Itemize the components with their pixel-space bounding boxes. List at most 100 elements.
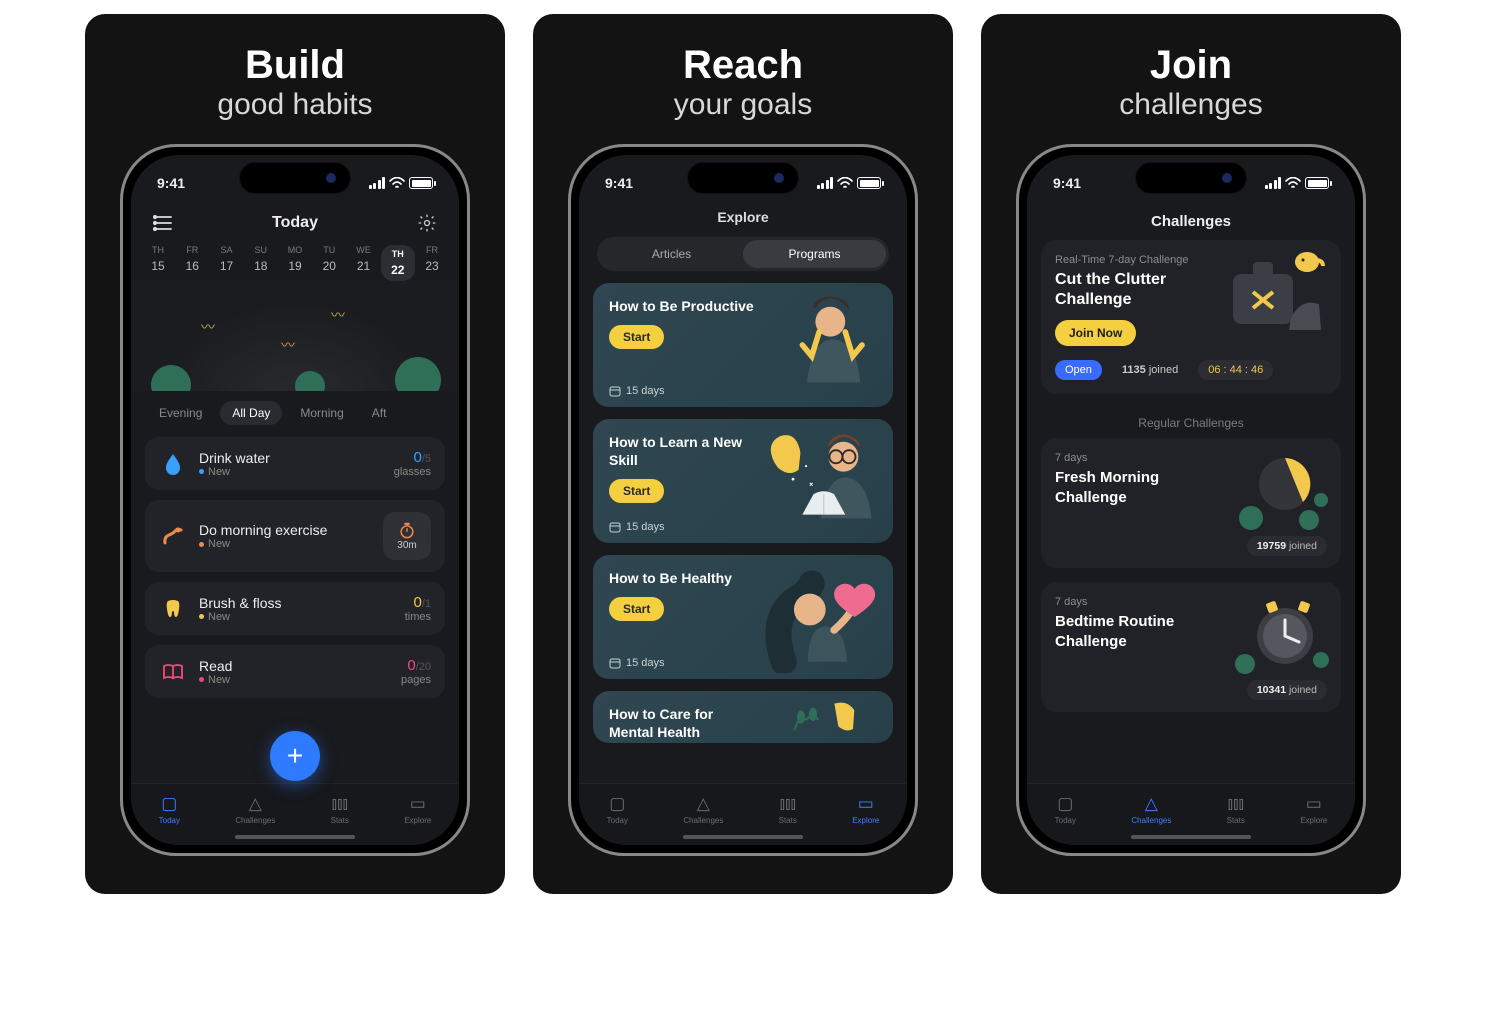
program-card[interactable]: How to Be Productive Start 15 days: [593, 283, 893, 407]
status-badge: Open: [1055, 360, 1102, 380]
habit-card-exercise[interactable]: Do morning exercise New 30m: [145, 500, 445, 572]
calendar-icon: [609, 521, 621, 533]
signal-icon: [369, 177, 386, 189]
countdown-timer: 06 : 44 : 46: [1198, 360, 1273, 380]
mountain-icon: △: [697, 794, 710, 814]
exercise-icon: [159, 522, 187, 550]
tab-today[interactable]: ▢Today: [607, 794, 628, 825]
program-illustration: [755, 425, 887, 537]
gear-icon[interactable]: [415, 211, 439, 235]
program-card[interactable]: How to Learn a New Skill Start 15 days: [593, 419, 893, 543]
day-col[interactable]: SU18: [244, 245, 278, 281]
notch: [240, 163, 350, 193]
status-icons: [1265, 177, 1330, 189]
habit-status: New: [208, 538, 230, 550]
program-card[interactable]: How to Care for Mental Health: [593, 691, 893, 743]
battery-icon: [857, 177, 881, 189]
featured-challenge[interactable]: Real-Time 7-day Challenge Cut the Clutte…: [1041, 240, 1341, 394]
home-indicator: [1131, 835, 1251, 839]
program-card[interactable]: How to Be Healthy Start 15 days: [593, 555, 893, 679]
tab-challenges[interactable]: △Challenges: [235, 794, 275, 825]
start-button[interactable]: Start: [609, 325, 664, 349]
page-title: Explore: [579, 207, 907, 233]
habit-name: Do morning exercise: [199, 522, 371, 538]
day-col[interactable]: FR16: [175, 245, 209, 281]
habit-card-read[interactable]: Read New 0/20 pages: [145, 645, 445, 698]
status-time: 9:41: [605, 175, 633, 191]
notch: [1136, 163, 1246, 193]
habit-unit: times: [405, 611, 431, 623]
challenge-title: Bedtime Routine Challenge: [1055, 612, 1218, 651]
panel-title: Build: [245, 44, 345, 86]
habit-name: Drink water: [199, 450, 382, 466]
bookopen-icon: ▭: [410, 794, 426, 814]
phone-frame: 9:41 Explore Articles Programs How to Be…: [568, 144, 918, 856]
day-col[interactable]: WE21: [347, 245, 381, 281]
bars-icon: ⫾⫾⫾: [780, 794, 796, 814]
program-illustration: [755, 697, 887, 737]
program-title: How to Learn a New Skill: [609, 433, 759, 469]
segment-programs[interactable]: Programs: [743, 240, 886, 268]
habit-value: 0: [407, 657, 415, 674]
day-col[interactable]: TU20: [312, 245, 346, 281]
square-icon: ▢: [161, 794, 177, 814]
wifi-icon: [837, 177, 853, 189]
tab-challenges[interactable]: △Challenges: [683, 794, 723, 825]
mountain-icon: △: [249, 794, 262, 814]
tab-explore[interactable]: ▭Explore: [1300, 794, 1327, 825]
habit-card-brush[interactable]: Brush & floss New 0/1 times: [145, 582, 445, 635]
tab-stats[interactable]: ⫾⫾⫾Stats: [331, 794, 349, 825]
time-filter-selected[interactable]: All Day: [220, 401, 282, 425]
day-col[interactable]: TH15: [141, 245, 175, 281]
habit-name: Read: [199, 658, 389, 674]
day-col[interactable]: SA17: [210, 245, 244, 281]
panel-subtitle: your goals: [674, 88, 812, 122]
habit-timer[interactable]: 30m: [383, 512, 431, 560]
habit-card-drink-water[interactable]: Drink water New 0/5 glasses: [145, 437, 445, 490]
habit-status: New: [208, 674, 230, 686]
habit-value: 0: [413, 449, 421, 466]
week-row[interactable]: TH15 FR16 SA17 SU18 MO19 TU20 WE21 TH22 …: [131, 239, 459, 281]
time-filter[interactable]: Evening: [149, 401, 212, 425]
tab-challenges[interactable]: △Challenges: [1131, 794, 1171, 825]
home-indicator: [235, 835, 355, 839]
tab-today[interactable]: ▢Today: [159, 794, 180, 825]
habit-unit: pages: [401, 674, 431, 686]
regular-challenge[interactable]: 7 days Bedtime Routine Challenge 10341 j…: [1041, 582, 1341, 712]
home-indicator: [683, 835, 803, 839]
program-title: How to Be Healthy: [609, 569, 759, 587]
panel-subtitle: challenges: [1119, 88, 1262, 122]
time-filter[interactable]: Morning: [290, 401, 353, 425]
panel-subtitle: good habits: [217, 88, 372, 122]
segment-articles[interactable]: Articles: [600, 240, 743, 268]
day-col-selected[interactable]: TH22: [381, 245, 415, 281]
regular-challenge[interactable]: 7 days Fresh Morning Challenge 19759 joi…: [1041, 438, 1341, 568]
challenge-illustration: [1221, 448, 1331, 538]
tab-today[interactable]: ▢Today: [1055, 794, 1076, 825]
tab-stats[interactable]: ⫾⫾⫾Stats: [1227, 794, 1245, 825]
time-filter[interactable]: Aft: [362, 401, 397, 425]
bookopen-icon: ▭: [1306, 794, 1322, 814]
join-button[interactable]: Join Now: [1055, 320, 1136, 346]
joined-badge: 10341 joined: [1247, 680, 1327, 700]
screen-challenges: 9:41 Challenges Real-Time 7-day Challeng…: [1027, 155, 1355, 845]
tab-stats[interactable]: ⫾⫾⫾Stats: [779, 794, 797, 825]
wifi-icon: [389, 177, 405, 189]
start-button[interactable]: Start: [609, 479, 664, 503]
challenge-title: Cut the Clutter Challenge: [1055, 270, 1218, 310]
notch: [688, 163, 798, 193]
start-button[interactable]: Start: [609, 597, 664, 621]
habit-timer-label: 30m: [397, 540, 416, 551]
section-label: Regular Challenges: [1027, 416, 1355, 430]
panel-join: Join challenges 9:41 Challenges Real-Tim…: [981, 14, 1401, 894]
status-icons: [817, 177, 882, 189]
tab-explore[interactable]: ▭Explore: [404, 794, 431, 825]
list-icon[interactable]: [151, 211, 175, 235]
tab-explore[interactable]: ▭Explore: [852, 794, 879, 825]
habit-name: Brush & floss: [199, 595, 393, 611]
add-habit-button[interactable]: +: [270, 731, 320, 781]
day-col[interactable]: MO19: [278, 245, 312, 281]
phone-frame: 9:41 Challenges Real-Time 7-day Challeng…: [1016, 144, 1366, 856]
challenge-illustration: [1221, 592, 1331, 682]
day-col[interactable]: FR23: [415, 245, 449, 281]
